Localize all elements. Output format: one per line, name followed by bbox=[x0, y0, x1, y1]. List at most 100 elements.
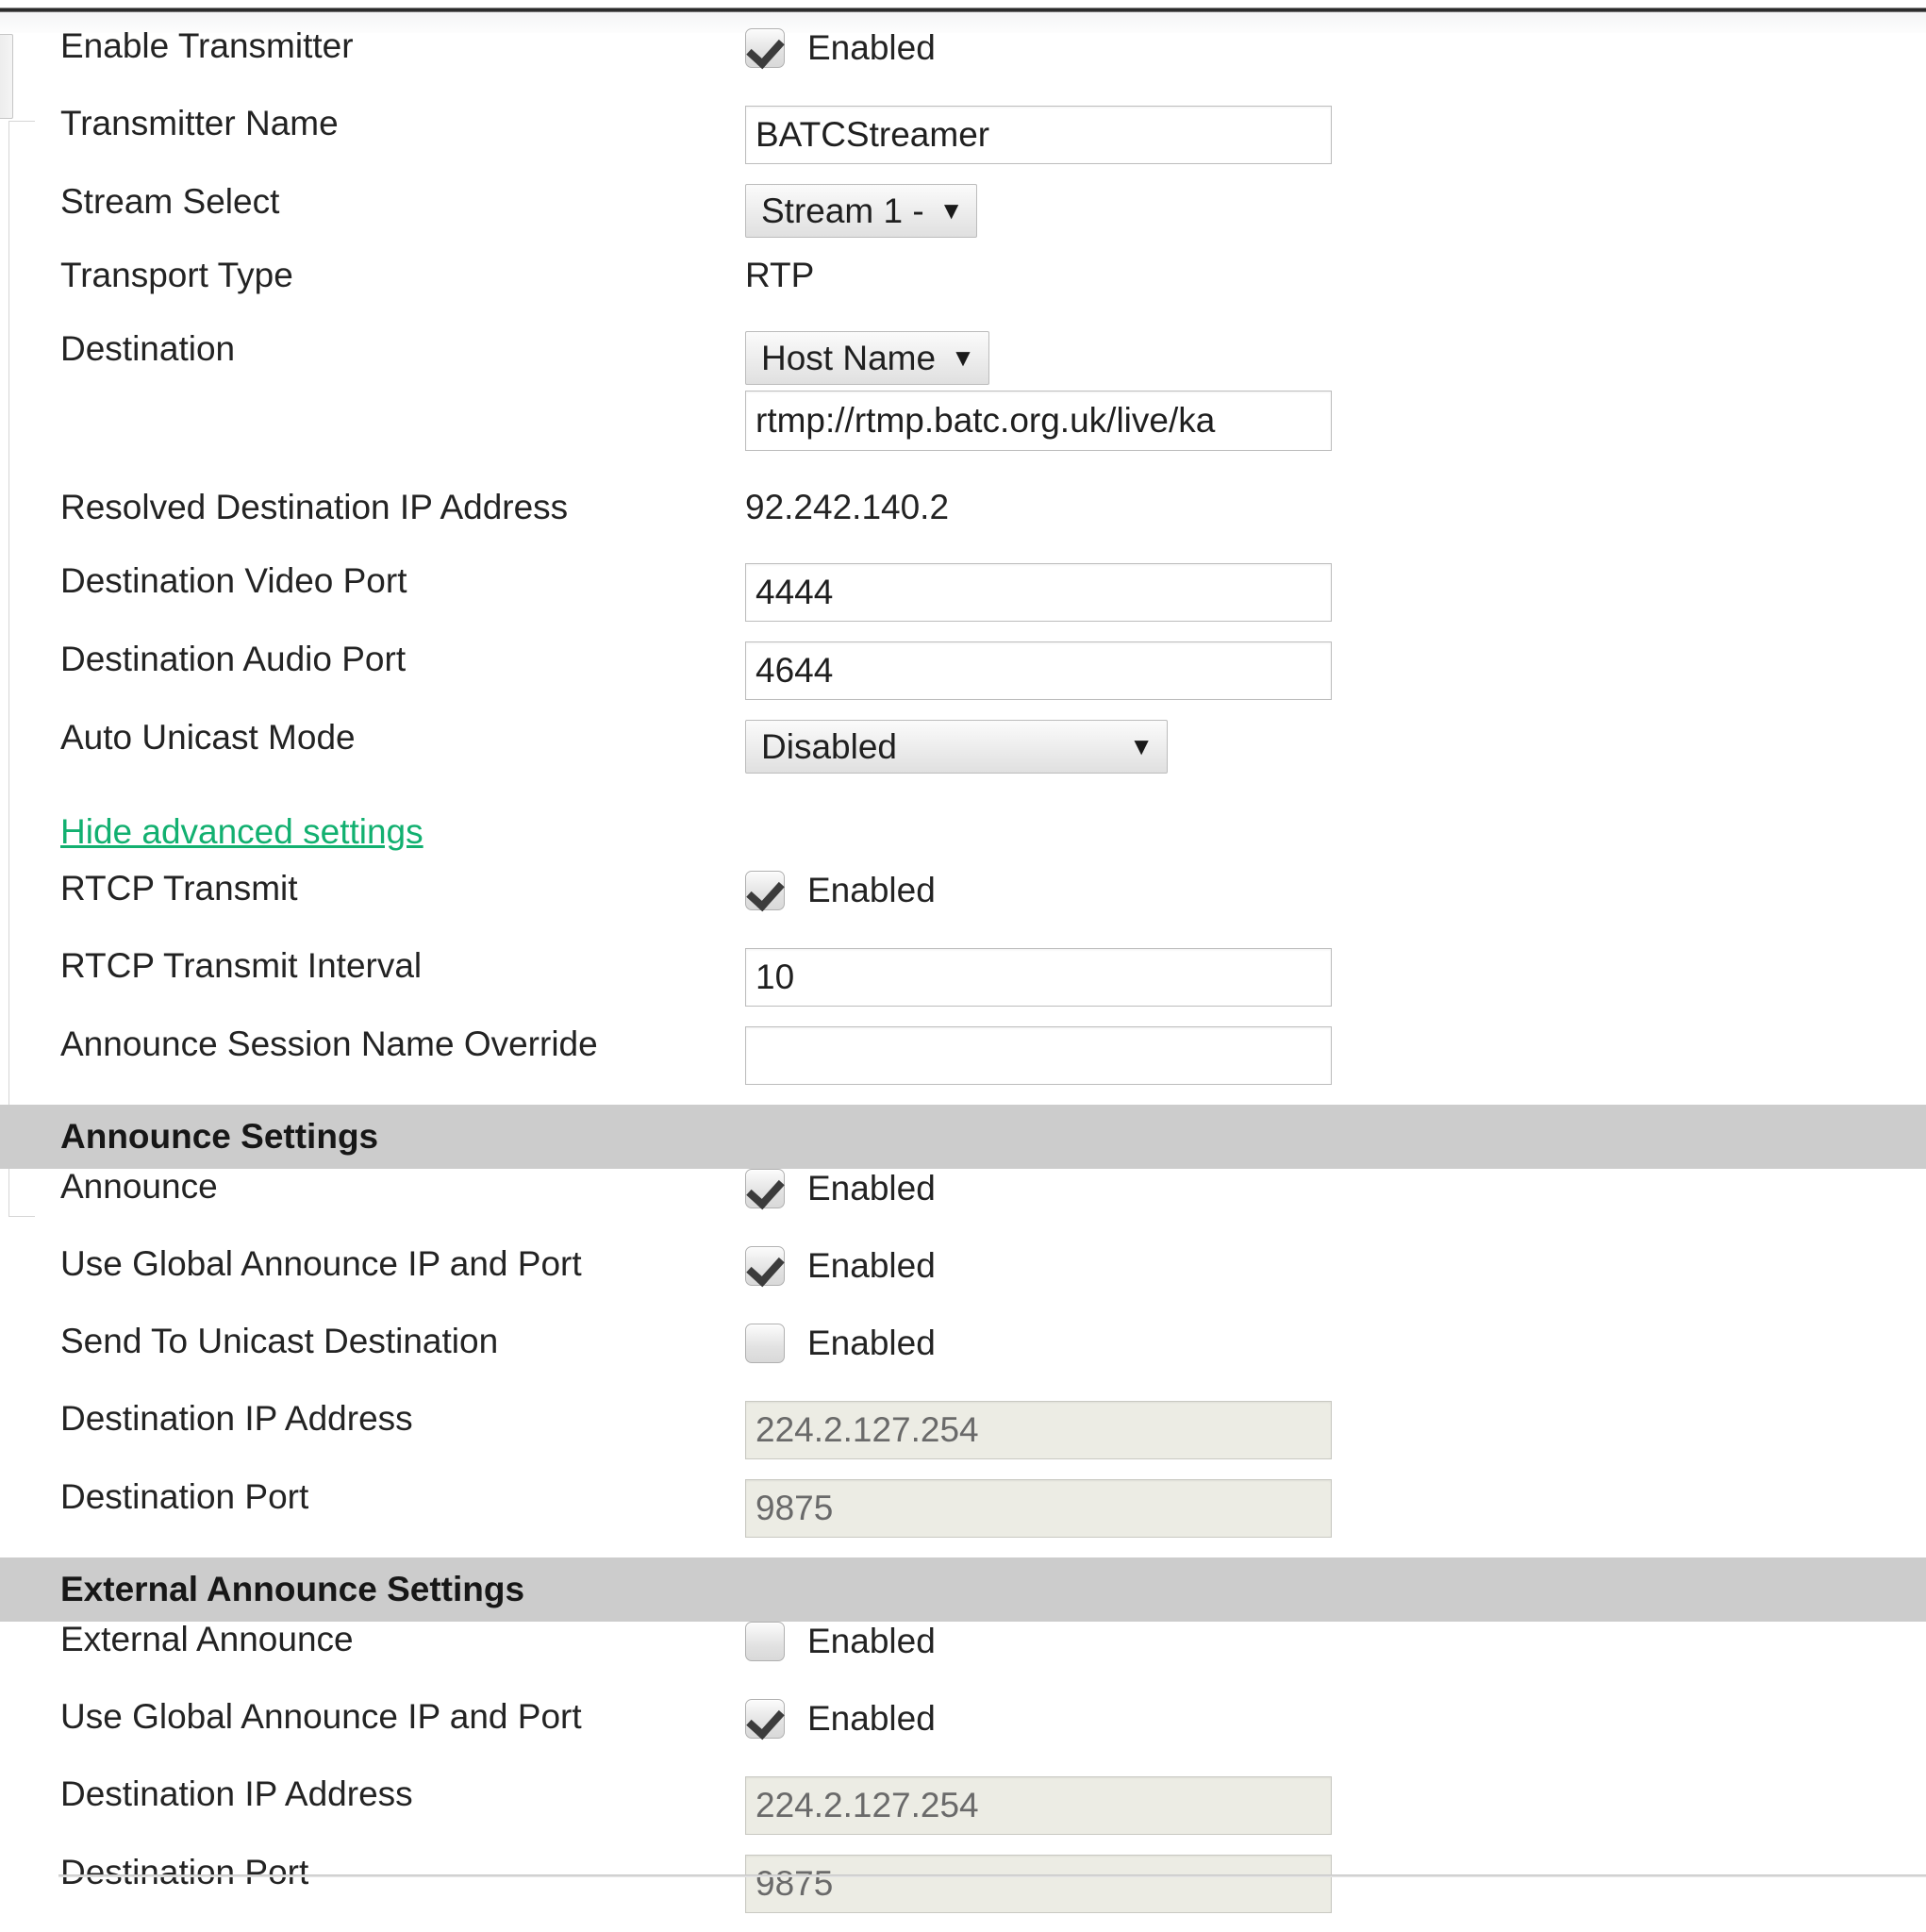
field-use-global-announce-ip-port: Enabled bbox=[745, 1246, 1926, 1286]
row-transport-type: Transport Type RTP bbox=[0, 258, 1926, 331]
field-external-announce: Enabled bbox=[745, 1622, 1926, 1661]
field-stream-select: Stream 1 - ▼ bbox=[745, 184, 1926, 238]
section-title-external-announce-settings: External Announce Settings bbox=[0, 1570, 524, 1609]
field-transport-type: RTP bbox=[745, 258, 1926, 292]
chevron-down-icon: ▼ bbox=[1129, 732, 1154, 761]
settings-form: Enable Transmitter Enabled Transmitter N… bbox=[0, 28, 1926, 1932]
row-stream-select: Stream Select Stream 1 - ▼ bbox=[0, 184, 1926, 258]
checkbox-label-external-use-global-announce-ip-port: Enabled bbox=[807, 1699, 936, 1739]
checkbox-use-global-announce-ip-port[interactable] bbox=[745, 1246, 785, 1286]
field-announce-session-name-override bbox=[745, 1026, 1926, 1085]
input-announce-destination-ip: 224.2.127.254 bbox=[745, 1401, 1332, 1459]
select-destination-mode[interactable]: Host Name ▼ bbox=[745, 331, 989, 385]
select-stream[interactable]: Stream 1 - ▼ bbox=[745, 184, 977, 238]
checkbox-label-send-to-unicast-destination: Enabled bbox=[807, 1324, 936, 1363]
row-announce-destination-ip: Destination IP Address 224.2.127.254 bbox=[0, 1401, 1926, 1479]
label-announce: Announce bbox=[0, 1169, 745, 1204]
field-rtcp-transmit: Enabled bbox=[745, 871, 1926, 910]
field-transmitter-name: BATCStreamer bbox=[745, 106, 1926, 164]
label-destination-audio-port: Destination Audio Port bbox=[0, 641, 745, 676]
input-announce-destination-port: 9875 bbox=[745, 1479, 1332, 1538]
row-enable-transmitter: Enable Transmitter Enabled bbox=[0, 28, 1926, 106]
label-external-destination-ip: Destination IP Address bbox=[0, 1776, 745, 1811]
input-destination-video-port[interactable]: 4444 bbox=[745, 563, 1332, 622]
checkbox-label-rtcp-transmit: Enabled bbox=[807, 871, 936, 910]
label-external-use-global-announce-ip-port: Use Global Announce IP and Port bbox=[0, 1699, 745, 1734]
chevron-down-icon: ▼ bbox=[951, 343, 975, 373]
field-announce-destination-port: 9875 bbox=[745, 1479, 1926, 1538]
chevron-down-icon: ▼ bbox=[939, 196, 964, 225]
field-destination-audio-port: 4644 bbox=[745, 641, 1926, 700]
label-stream-select: Stream Select bbox=[0, 184, 745, 219]
checkbox-rtcp-transmit[interactable] bbox=[745, 871, 785, 910]
checkbox-send-to-unicast-destination[interactable] bbox=[745, 1324, 785, 1363]
row-rtcp-transmit-interval: RTCP Transmit Interval 10 bbox=[0, 948, 1926, 1026]
value-resolved-destination-ip: 92.242.140.2 bbox=[745, 490, 1926, 525]
checkbox-label-enable-transmitter: Enabled bbox=[807, 28, 936, 68]
checkbox-external-announce[interactable] bbox=[745, 1622, 785, 1661]
section-header-announce-settings: Announce Settings bbox=[0, 1105, 1926, 1169]
label-destination-video-port: Destination Video Port bbox=[0, 563, 745, 598]
section-header-external-announce-settings: External Announce Settings bbox=[0, 1557, 1926, 1622]
label-enable-transmitter: Enable Transmitter bbox=[0, 28, 745, 63]
hide-advanced-settings-link[interactable]: Hide advanced settings bbox=[0, 812, 423, 852]
label-transmitter-name: Transmitter Name bbox=[0, 106, 745, 141]
select-auto-unicast-mode-value: Disabled bbox=[761, 727, 897, 767]
row-external-destination-port: Destination Port 9875 bbox=[0, 1855, 1926, 1932]
row-destination-video-port: Destination Video Port 4444 bbox=[0, 563, 1926, 641]
transmitter-settings-page: Enable Transmitter Enabled Transmitter N… bbox=[0, 0, 1926, 1932]
checkbox-announce[interactable] bbox=[745, 1169, 785, 1208]
label-use-global-announce-ip-port: Use Global Announce IP and Port bbox=[0, 1246, 745, 1281]
input-announce-session-name-override[interactable] bbox=[745, 1026, 1332, 1085]
row-destination-audio-port: Destination Audio Port 4644 bbox=[0, 641, 1926, 720]
row-rtcp-transmit: RTCP Transmit Enabled bbox=[0, 871, 1926, 948]
row-advanced-toggle: Hide advanced settings bbox=[0, 793, 1926, 871]
checkbox-label-announce: Enabled bbox=[807, 1169, 936, 1208]
row-destination: Destination Host Name ▼ rtmp://rtmp.batc… bbox=[0, 331, 1926, 490]
checkbox-external-use-global-announce-ip-port[interactable] bbox=[745, 1699, 785, 1739]
row-send-to-unicast-destination: Send To Unicast Destination Enabled bbox=[0, 1324, 1926, 1401]
label-transport-type: Transport Type bbox=[0, 258, 745, 292]
row-external-use-global-announce-ip-port: Use Global Announce IP and Port Enabled bbox=[0, 1699, 1926, 1776]
label-announce-destination-ip: Destination IP Address bbox=[0, 1401, 745, 1436]
field-announce: Enabled bbox=[745, 1169, 1926, 1208]
row-transmitter-name: Transmitter Name BATCStreamer bbox=[0, 106, 1926, 184]
bottom-divider bbox=[58, 1874, 1926, 1877]
field-announce-destination-ip: 224.2.127.254 bbox=[745, 1401, 1926, 1459]
label-rtcp-transmit-interval: RTCP Transmit Interval bbox=[0, 948, 745, 983]
row-external-announce: External Announce Enabled bbox=[0, 1622, 1926, 1699]
field-external-use-global-announce-ip-port: Enabled bbox=[745, 1699, 1926, 1739]
checkbox-label-external-announce: Enabled bbox=[807, 1622, 936, 1661]
value-transport-type: RTP bbox=[745, 258, 1926, 292]
row-use-global-announce-ip-port: Use Global Announce IP and Port Enabled bbox=[0, 1246, 1926, 1324]
row-auto-unicast-mode: Auto Unicast Mode Disabled ▼ bbox=[0, 720, 1926, 793]
section-title-announce-settings: Announce Settings bbox=[0, 1117, 378, 1157]
select-destination-mode-value: Host Name bbox=[761, 339, 936, 378]
row-announce-destination-port: Destination Port 9875 bbox=[0, 1479, 1926, 1557]
select-stream-value: Stream 1 - bbox=[761, 192, 924, 231]
label-send-to-unicast-destination: Send To Unicast Destination bbox=[0, 1324, 745, 1358]
field-destination: Host Name ▼ rtmp://rtmp.batc.org.uk/live… bbox=[745, 331, 1926, 451]
field-send-to-unicast-destination: Enabled bbox=[745, 1324, 1926, 1363]
input-destination-url[interactable]: rtmp://rtmp.batc.org.uk/live/ka bbox=[745, 391, 1332, 451]
label-resolved-destination-ip: Resolved Destination IP Address bbox=[0, 490, 745, 525]
label-destination: Destination bbox=[0, 331, 745, 366]
field-rtcp-transmit-interval: 10 bbox=[745, 948, 1926, 1007]
field-auto-unicast-mode: Disabled ▼ bbox=[745, 720, 1926, 774]
input-rtcp-transmit-interval[interactable]: 10 bbox=[745, 948, 1332, 1007]
field-enable-transmitter: Enabled bbox=[745, 28, 1926, 68]
label-announce-destination-port: Destination Port bbox=[0, 1479, 745, 1514]
input-destination-audio-port[interactable]: 4644 bbox=[745, 641, 1332, 700]
checkbox-enable-transmitter[interactable] bbox=[745, 28, 785, 68]
label-external-announce: External Announce bbox=[0, 1622, 745, 1657]
row-announce-session-name-override: Announce Session Name Override bbox=[0, 1026, 1926, 1105]
field-external-destination-port: 9875 bbox=[745, 1855, 1926, 1913]
input-external-destination-port: 9875 bbox=[745, 1855, 1332, 1913]
field-external-destination-ip: 224.2.127.254 bbox=[745, 1776, 1926, 1835]
select-auto-unicast-mode[interactable]: Disabled ▼ bbox=[745, 720, 1168, 774]
checkbox-label-use-global-announce-ip-port: Enabled bbox=[807, 1246, 936, 1286]
row-resolved-destination-ip: Resolved Destination IP Address 92.242.1… bbox=[0, 490, 1926, 563]
label-auto-unicast-mode: Auto Unicast Mode bbox=[0, 720, 745, 755]
row-external-destination-ip: Destination IP Address 224.2.127.254 bbox=[0, 1776, 1926, 1855]
input-transmitter-name[interactable]: BATCStreamer bbox=[745, 106, 1332, 164]
